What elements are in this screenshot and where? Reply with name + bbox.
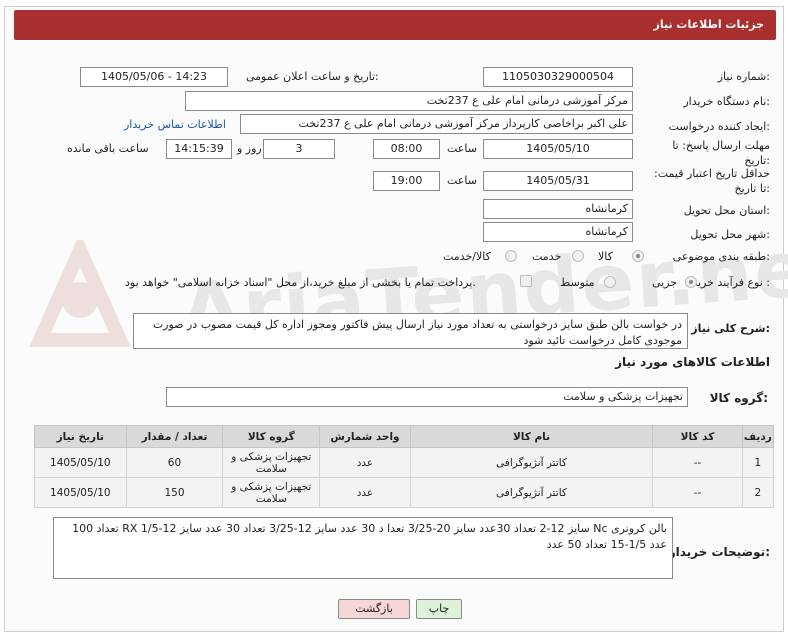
buyer-notes-text: بالن کرونری Nc سایز 12-2 تعداد 30عدد سای…: [53, 517, 673, 579]
buyer-org-field: مرکز آموزشی درمانی امام علی ع 237تخت: [185, 91, 633, 111]
remaining-label: ساعت باقی مانده: [67, 142, 149, 155]
description-label: شرح کلی نیاز:: [691, 322, 770, 335]
city-label: شهر محل تحویل:: [690, 228, 770, 241]
deadline-label: مهلت ارسال پاسخ: تا تاریخ:: [672, 139, 770, 167]
radio-goods-service-label: کالا/خدمت: [443, 250, 491, 263]
back-button[interactable]: بازگشت: [338, 599, 410, 619]
radio-minor-label: جزیی: [652, 276, 678, 289]
cell-row: 1: [741, 447, 775, 478]
deadline-time-field: 08:00: [373, 139, 440, 159]
cell-unit: عدد: [319, 477, 411, 508]
table-header-row: تاریخ نیاز تعداد / مقدار گروه کالا واحد …: [34, 425, 775, 448]
table-row[interactable]: 1405/05/10 150 تجهیزات پزشکی و سلامت عدد…: [34, 477, 775, 508]
goods-section-title: اطلاعات کالاهای مورد نیاز: [615, 355, 770, 369]
cell-qty: 150: [125, 477, 224, 508]
description-text: در خواست بالن طبق سایز درخواستی به تعداد…: [133, 313, 688, 349]
col-need-date: تاریخ نیاز: [34, 425, 127, 448]
cell-group: تجهیزات پزشکی و سلامت: [222, 447, 321, 478]
requester-label: ایجاد کننده درخواست:: [668, 120, 770, 133]
radio-minor[interactable]: [685, 276, 697, 288]
cell-row: 2: [741, 477, 775, 508]
category-label: طبقه بندی موضوعی:: [672, 250, 770, 263]
page-title: جزئیات اطلاعات نیاز: [653, 18, 765, 31]
treasury-payment-checkbox[interactable]: [520, 275, 532, 287]
remaining-time-field: 14:15:39: [166, 139, 232, 159]
days-label: روز و: [237, 142, 262, 155]
validity-time-label: ساعت: [447, 174, 477, 187]
cell-unit: عدد: [319, 447, 411, 478]
cell-date: 1405/05/10: [34, 447, 127, 478]
goods-group-label: گروه کالا:: [709, 391, 768, 405]
city-field: کرمانشاه: [483, 222, 633, 242]
payment-note: پرداخت تمام یا بخشی از مبلغ خرید،از محل …: [125, 276, 476, 289]
cell-group: تجهیزات پزشکی و سلامت: [222, 477, 321, 508]
deadline-date-field: 1405/05/10: [483, 139, 633, 159]
buyer-notes-label: توضیحات خریدار:: [668, 545, 770, 559]
province-label: استان محل تحویل:: [683, 204, 770, 217]
days-field: 3: [263, 139, 335, 159]
announce-datetime-label: تاریخ و ساعت اعلان عمومی:: [246, 70, 379, 83]
radio-medium-label: متوسط: [560, 276, 595, 289]
validity-time-field: 19:00: [373, 171, 440, 191]
radio-goods-service[interactable]: [505, 250, 517, 262]
col-row: ردیف: [741, 425, 775, 448]
validity-label: حداقل تاریخ اعتبار قیمت: تا تاریخ:: [654, 167, 770, 195]
table-row[interactable]: 1405/05/10 60 تجهیزات پزشکی و سلامت عدد …: [34, 447, 775, 478]
radio-goods-label: کالا: [598, 250, 613, 263]
need-number-field: 1105030329000504: [483, 67, 633, 87]
requester-field: علی اکبر براخاصی کارپرداز مرکز آموزشی در…: [240, 114, 633, 134]
cell-name: کاتتر آنژیوگرافی: [409, 477, 654, 508]
validity-date-field: 1405/05/31: [483, 171, 633, 191]
radio-service-label: خدمت: [532, 250, 562, 263]
col-name: نام کالا: [409, 425, 654, 448]
radio-medium[interactable]: [604, 276, 616, 288]
radio-goods[interactable]: [632, 250, 644, 262]
contact-buyer-link[interactable]: اطلاعات تماس خریدار: [124, 118, 226, 131]
cell-code: --: [652, 447, 743, 478]
page-header: جزئیات اطلاعات نیاز: [14, 10, 776, 40]
announce-datetime-field: 1405/05/06 - 14:23: [80, 67, 228, 87]
col-unit: واحد شمارش: [319, 425, 411, 448]
cell-date: 1405/05/10: [34, 477, 127, 508]
province-field: کرمانشاه: [483, 199, 633, 219]
deadline-time-label: ساعت: [447, 142, 477, 155]
print-button[interactable]: چاپ: [416, 599, 462, 619]
col-quantity: تعداد / مقدار: [125, 425, 224, 448]
col-code: کد کالا: [652, 425, 743, 448]
goods-group-field: تجهیزات پزشکی و سلامت: [166, 387, 688, 407]
goods-table: تاریخ نیاز تعداد / مقدار گروه کالا واحد …: [34, 425, 775, 508]
radio-service[interactable]: [572, 250, 584, 262]
col-group: گروه کالا: [222, 425, 321, 448]
cell-name: کاتتر آنژیوگرافی: [409, 447, 654, 478]
process-type-label: نوع فرآیند خرید :: [692, 276, 770, 289]
buyer-org-label: نام دستگاه خریدار:: [683, 95, 770, 108]
cell-code: --: [652, 477, 743, 508]
need-number-label: شماره نیاز:: [717, 70, 770, 83]
cell-qty: 60: [125, 447, 224, 478]
